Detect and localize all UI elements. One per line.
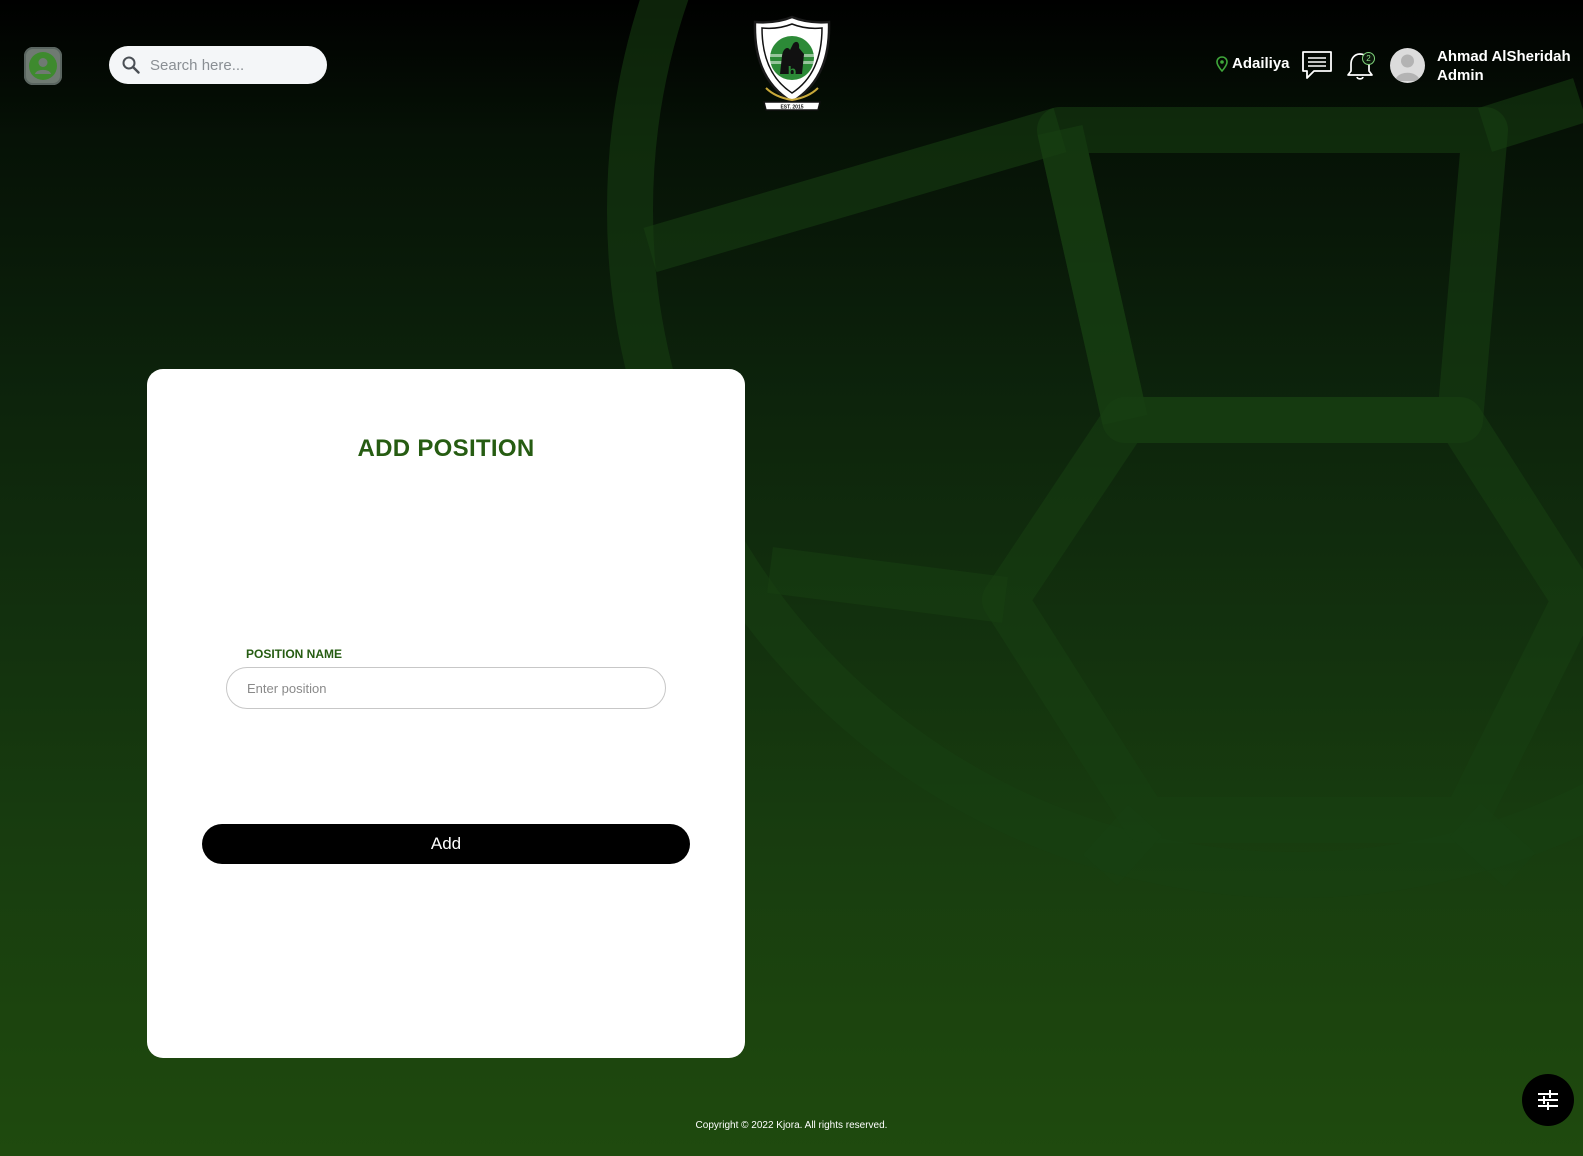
search-bar[interactable] (109, 46, 327, 84)
club-logo: b EST. 2015 (753, 15, 831, 111)
search-icon (122, 56, 140, 74)
map-pin-icon (1216, 55, 1228, 72)
user-circle-icon (29, 52, 57, 80)
notification-badge: 2 (1362, 52, 1375, 65)
svg-text:b: b (788, 63, 797, 79)
add-button[interactable]: Add (202, 824, 690, 864)
page-title: ADD POSITION (357, 435, 535, 462)
location-indicator[interactable]: Adailiya (1216, 55, 1290, 72)
settings-button[interactable] (1522, 1074, 1574, 1126)
chat-icon (1302, 51, 1332, 79)
position-name-input[interactable] (226, 667, 666, 709)
footer-copyright: Copyright © 2022 Kjora. All rights reser… (695, 1120, 888, 1131)
user-avatar-icon (1395, 54, 1420, 81)
location-label: Adailiya (1232, 55, 1290, 72)
position-name-label: POSITION NAME (246, 647, 343, 661)
messages-button[interactable] (1301, 49, 1333, 86)
profile-menu-button[interactable] (24, 47, 62, 85)
search-input[interactable] (148, 55, 312, 75)
sliders-icon (1538, 1090, 1558, 1110)
logo-established-text: EST. 2015 (780, 105, 803, 111)
user-name: Ahmad AlSheridah (1437, 48, 1571, 65)
notifications-button[interactable]: 2 (1345, 50, 1375, 87)
user-role: Admin (1437, 67, 1484, 84)
avatar[interactable] (1390, 48, 1425, 83)
user-info[interactable]: Ahmad AlSheridah Admin (1437, 47, 1571, 85)
add-position-card: ADD POSITION POSITION NAME Add (147, 369, 745, 1058)
